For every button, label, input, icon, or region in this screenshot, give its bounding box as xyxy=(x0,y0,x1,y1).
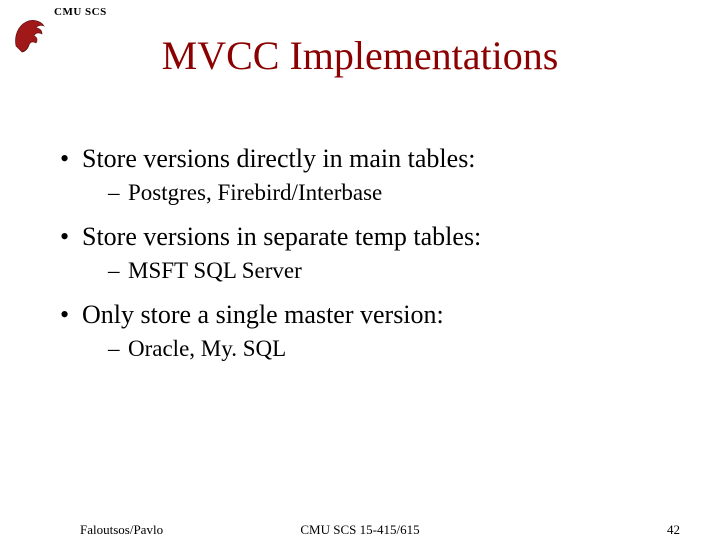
bullet-level1: Store versions directly in main tables: xyxy=(60,144,680,174)
slide-content: Store versions directly in main tables: … xyxy=(60,140,680,378)
bullet-level2: Oracle, My. SQL xyxy=(60,336,680,362)
slide-title: MVCC Implementations xyxy=(0,32,720,79)
footer-course: CMU SCS 15-415/615 xyxy=(0,522,720,538)
bullet-level2: MSFT SQL Server xyxy=(60,258,680,284)
bullet-level1: Store versions in separate temp tables: xyxy=(60,222,680,252)
header-org-label: CMU SCS xyxy=(54,6,107,18)
bullet-level2: Postgres, Firebird/Interbase xyxy=(60,180,680,206)
footer-page-number: 42 xyxy=(667,522,680,538)
slide: CMU SCS MVCC Implementations Store versi… xyxy=(0,0,720,540)
bullet-level1: Only store a single master version: xyxy=(60,300,680,330)
